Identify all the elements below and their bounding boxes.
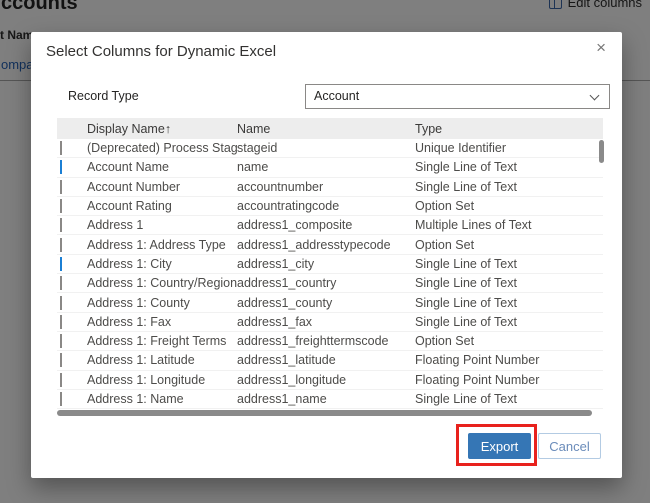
name-cell: address1_name bbox=[237, 392, 327, 406]
table-body: (Deprecated) Process Stage stageid Uniqu… bbox=[57, 139, 603, 410]
table-row[interactable]: Address 1: Fax address1_fax Single Line … bbox=[57, 312, 603, 332]
horizontal-scrollbar-thumb[interactable] bbox=[57, 410, 592, 416]
type-cell: Multiple Lines of Text bbox=[415, 218, 532, 233]
type-cell: Single Line of Text bbox=[415, 179, 517, 194]
vertical-scrollbar[interactable] bbox=[599, 139, 604, 409]
table-row[interactable]: Address 1: Name address1_name Single Lin… bbox=[57, 389, 603, 410]
column-checkbox[interactable] bbox=[60, 179, 62, 194]
name-cell: address1_country bbox=[237, 276, 337, 291]
name-cell: address1_county bbox=[237, 295, 333, 310]
close-icon[interactable]: × bbox=[596, 39, 606, 56]
table-header-row: Display Name↑ Name Type bbox=[57, 118, 603, 139]
type-cell: Single Line of Text bbox=[415, 276, 517, 291]
checkmark-icon: ✓ bbox=[62, 256, 70, 266]
table-row[interactable]: Address 1: Address Type address1_address… bbox=[57, 235, 603, 255]
column-checkbox[interactable] bbox=[60, 372, 62, 387]
vertical-scrollbar-thumb[interactable] bbox=[599, 140, 604, 163]
column-checkbox[interactable] bbox=[60, 276, 62, 291]
table-row[interactable]: (Deprecated) Process Stage stageid Uniqu… bbox=[57, 139, 603, 159]
name-cell: accountnumber bbox=[237, 179, 324, 194]
horizontal-scrollbar[interactable] bbox=[57, 410, 592, 416]
screen: ccounts t Name ompan Edit columns Select… bbox=[0, 0, 650, 503]
name-cell: address1_longitude bbox=[237, 372, 347, 387]
table-row[interactable]: ✓ Account Name name Single Line of Text bbox=[57, 158, 603, 178]
table-row[interactable]: Address 1: Country/Region address1_count… bbox=[57, 274, 603, 294]
record-type-value: Account bbox=[314, 89, 360, 103]
type-cell: Single Line of Text bbox=[415, 295, 517, 310]
type-cell: Option Set bbox=[415, 199, 475, 214]
type-cell: Floating Point Number bbox=[415, 353, 540, 368]
name-cell: address1_city bbox=[237, 256, 315, 271]
sort-ascending-icon: ↑ bbox=[164, 121, 172, 136]
display-name-cell: Address 1: Address Type bbox=[87, 237, 226, 252]
column-checkbox[interactable] bbox=[60, 392, 62, 406]
header-display-name[interactable]: Display Name↑ bbox=[87, 122, 237, 136]
display-name-cell: (Deprecated) Process Stage bbox=[87, 141, 237, 156]
table-row[interactable]: Address 1: Freight Terms address1_freigh… bbox=[57, 331, 603, 352]
name-cell: name bbox=[237, 160, 269, 175]
type-cell: Single Line of Text bbox=[415, 314, 517, 329]
select-columns-dialog: Select Columns for Dynamic Excel × Recor… bbox=[31, 32, 622, 478]
column-checkbox[interactable] bbox=[60, 353, 62, 368]
table-row[interactable]: Account Number accountnumber Single Line… bbox=[57, 177, 603, 197]
type-cell: Single Line of Text bbox=[415, 256, 517, 271]
type-cell: Single Line of Text bbox=[415, 392, 517, 406]
display-name-cell: Address 1 bbox=[87, 218, 144, 233]
table-row[interactable]: ✓ Address 1: City address1_city Single L… bbox=[57, 254, 603, 275]
chevron-down-icon bbox=[589, 90, 600, 101]
display-name-cell: Address 1: Longitude bbox=[87, 372, 206, 387]
display-name-cell: Address 1: Fax bbox=[87, 314, 172, 329]
display-name-cell: Account Number bbox=[87, 179, 181, 194]
display-name-cell: Account Name bbox=[87, 160, 169, 175]
column-checkbox[interactable] bbox=[60, 334, 62, 349]
table-row[interactable]: Address 1 address1_composite Multiple Li… bbox=[57, 216, 603, 236]
columns-table: Display Name↑ Name Type (Deprecated) Pro… bbox=[57, 118, 603, 410]
name-cell: address1_addresstypecode bbox=[237, 237, 391, 252]
name-cell: stageid bbox=[237, 141, 278, 156]
record-type-row: Record Type Account bbox=[68, 84, 610, 109]
display-name-cell: Address 1: Latitude bbox=[87, 353, 195, 368]
table-row[interactable]: Address 1: Latitude address1_latitude Fl… bbox=[57, 351, 603, 371]
column-checkbox[interactable] bbox=[60, 314, 62, 329]
record-type-label: Record Type bbox=[68, 89, 139, 103]
column-checkbox[interactable] bbox=[60, 237, 62, 252]
cancel-button[interactable]: Cancel bbox=[538, 433, 601, 459]
checkmark-icon: ✓ bbox=[62, 160, 70, 170]
type-cell: Floating Point Number bbox=[415, 372, 540, 387]
name-cell: address1_composite bbox=[237, 218, 353, 233]
display-name-cell: Address 1: Country/Region bbox=[87, 276, 237, 291]
type-cell: Option Set bbox=[415, 334, 475, 349]
column-checkbox[interactable] bbox=[60, 218, 62, 233]
export-button[interactable]: Export bbox=[468, 433, 531, 459]
column-checkbox[interactable]: ✓ bbox=[60, 256, 70, 271]
column-checkbox[interactable] bbox=[60, 141, 62, 156]
dialog-title: Select Columns for Dynamic Excel bbox=[46, 43, 277, 60]
type-cell: Option Set bbox=[415, 237, 475, 252]
table-row[interactable]: Account Rating accountratingcode Option … bbox=[57, 196, 603, 217]
name-cell: address1_freighttermscode bbox=[237, 334, 389, 349]
display-name-cell: Address 1: Freight Terms bbox=[87, 334, 227, 349]
display-name-cell: Address 1: Name bbox=[87, 392, 184, 406]
column-checkbox[interactable] bbox=[60, 295, 62, 310]
header-type[interactable]: Type bbox=[415, 122, 603, 136]
column-checkbox[interactable] bbox=[60, 199, 62, 214]
type-cell: Unique Identifier bbox=[415, 141, 507, 156]
table-row[interactable]: Address 1: County address1_county Single… bbox=[57, 293, 603, 313]
display-name-cell: Account Rating bbox=[87, 199, 172, 214]
header-name[interactable]: Name bbox=[237, 122, 415, 136]
display-name-cell: Address 1: County bbox=[87, 295, 190, 310]
table-row[interactable]: Address 1: Longitude address1_longitude … bbox=[57, 370, 603, 390]
name-cell: address1_fax bbox=[237, 314, 313, 329]
record-type-select[interactable]: Account bbox=[305, 84, 610, 109]
name-cell: accountratingcode bbox=[237, 199, 340, 214]
display-name-cell: Address 1: City bbox=[87, 256, 172, 271]
type-cell: Single Line of Text bbox=[415, 160, 517, 175]
name-cell: address1_latitude bbox=[237, 353, 336, 368]
column-checkbox[interactable]: ✓ bbox=[60, 160, 70, 175]
